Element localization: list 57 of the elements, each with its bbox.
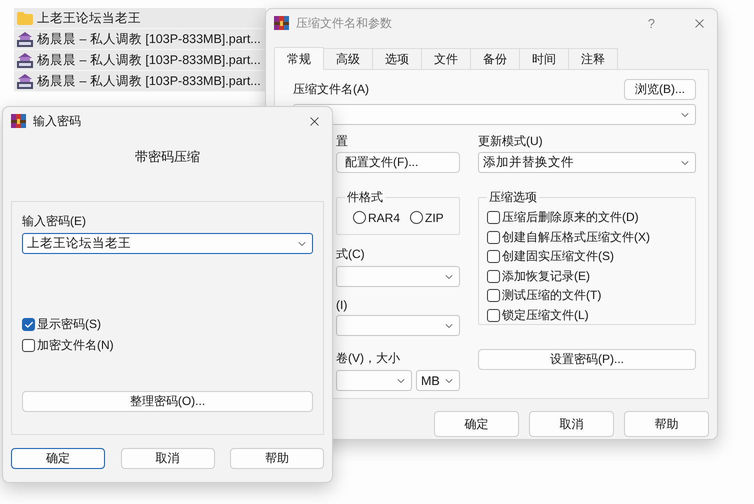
browse-button[interactable]: 浏览(B)...	[624, 78, 696, 100]
archive-icon	[17, 31, 33, 47]
field-label: 式(C)	[336, 246, 366, 263]
window-title: 输入密码	[33, 112, 82, 130]
radio-option[interactable]: RAR4	[353, 208, 400, 228]
field-label: 卷(V)，大小	[336, 350, 401, 367]
dialog-button[interactable]: 取消	[120, 448, 214, 469]
tab[interactable]: 常规	[274, 47, 324, 70]
tab[interactable]: 注释	[568, 48, 618, 69]
checkbox-option[interactable]: 显示密码(S)	[22, 314, 313, 335]
checkbox[interactable]	[487, 308, 500, 322]
dialog-button[interactable]: 帮助	[230, 448, 324, 469]
file-row[interactable]: 杨晨晨 – 私人调教 [103P-833MB].part...	[14, 29, 266, 50]
checkbox-option[interactable]: 添加恢复记录(E)	[487, 266, 687, 286]
file-row[interactable]: 上老王论坛当老王	[14, 8, 266, 29]
checkbox-option[interactable]: 创建固实压缩文件(S)	[487, 247, 687, 266]
checkbox[interactable]	[22, 339, 35, 352]
dialog-button[interactable]: 确定	[11, 448, 105, 469]
update-mode-combo[interactable]: 添加并替换文件	[478, 152, 696, 173]
field-label: 压缩文件名(A)	[293, 80, 369, 98]
checkbox[interactable]	[22, 318, 35, 331]
field-label: 置	[336, 133, 349, 150]
checkbox-option[interactable]: 测试压缩的文件(T)	[487, 286, 687, 306]
set-password-button[interactable]: 设置密码(P)...	[478, 349, 696, 370]
checkbox[interactable]	[487, 289, 500, 302]
group-title: 压缩选项	[488, 189, 538, 206]
books-logo-icon	[11, 114, 26, 128]
dialog-heading: 带密码压缩	[134, 148, 201, 166]
books-logo-icon	[274, 16, 289, 30]
checkbox[interactable]	[487, 230, 500, 244]
radio-option[interactable]: ZIP	[410, 208, 444, 228]
archive-icon	[17, 73, 33, 89]
dialog-button[interactable]: 取消	[529, 411, 614, 437]
file-row[interactable]: 杨晨晨 – 私人调教 [103P-833MB].part...	[14, 50, 266, 71]
field-label: 输入密码(E)	[22, 213, 87, 230]
password-combo[interactable]: 上老王论坛当老王	[22, 233, 313, 254]
radio-button[interactable]	[353, 211, 366, 224]
field-label: 更新模式(U)	[478, 133, 544, 150]
file-row[interactable]: 杨晨晨 – 私人调教 [103P-833MB].part...	[14, 71, 266, 92]
checkbox-option[interactable]: 加密文件名(N)	[22, 335, 313, 356]
checkbox-option[interactable]: 锁定压缩文件(L)	[487, 306, 687, 325]
profile-button[interactable]: 配置文件(F)...	[336, 152, 460, 173]
checkbox[interactable]	[487, 270, 500, 283]
organize-passwords-button[interactable]: 整理密码(O)...	[22, 391, 313, 412]
unit-combo[interactable]: MB	[416, 370, 460, 391]
field-label: (I)	[336, 298, 348, 312]
dialog-button[interactable]: 帮助	[624, 411, 709, 437]
checkbox[interactable]	[487, 250, 500, 264]
checkbox-option[interactable]: 压缩后删除原来的文件(D)	[487, 208, 687, 228]
radio-button[interactable]	[410, 211, 424, 224]
group-title: 件格式	[346, 189, 384, 206]
dialog-button[interactable]: 确定	[434, 411, 519, 437]
archive-icon	[17, 52, 33, 68]
folder-icon	[17, 12, 33, 24]
window-title: 压缩文件名和参数	[296, 14, 393, 32]
checkbox-option[interactable]: 创建自解压格式压缩文件(X)	[487, 228, 687, 247]
checkbox[interactable]	[487, 211, 500, 224]
